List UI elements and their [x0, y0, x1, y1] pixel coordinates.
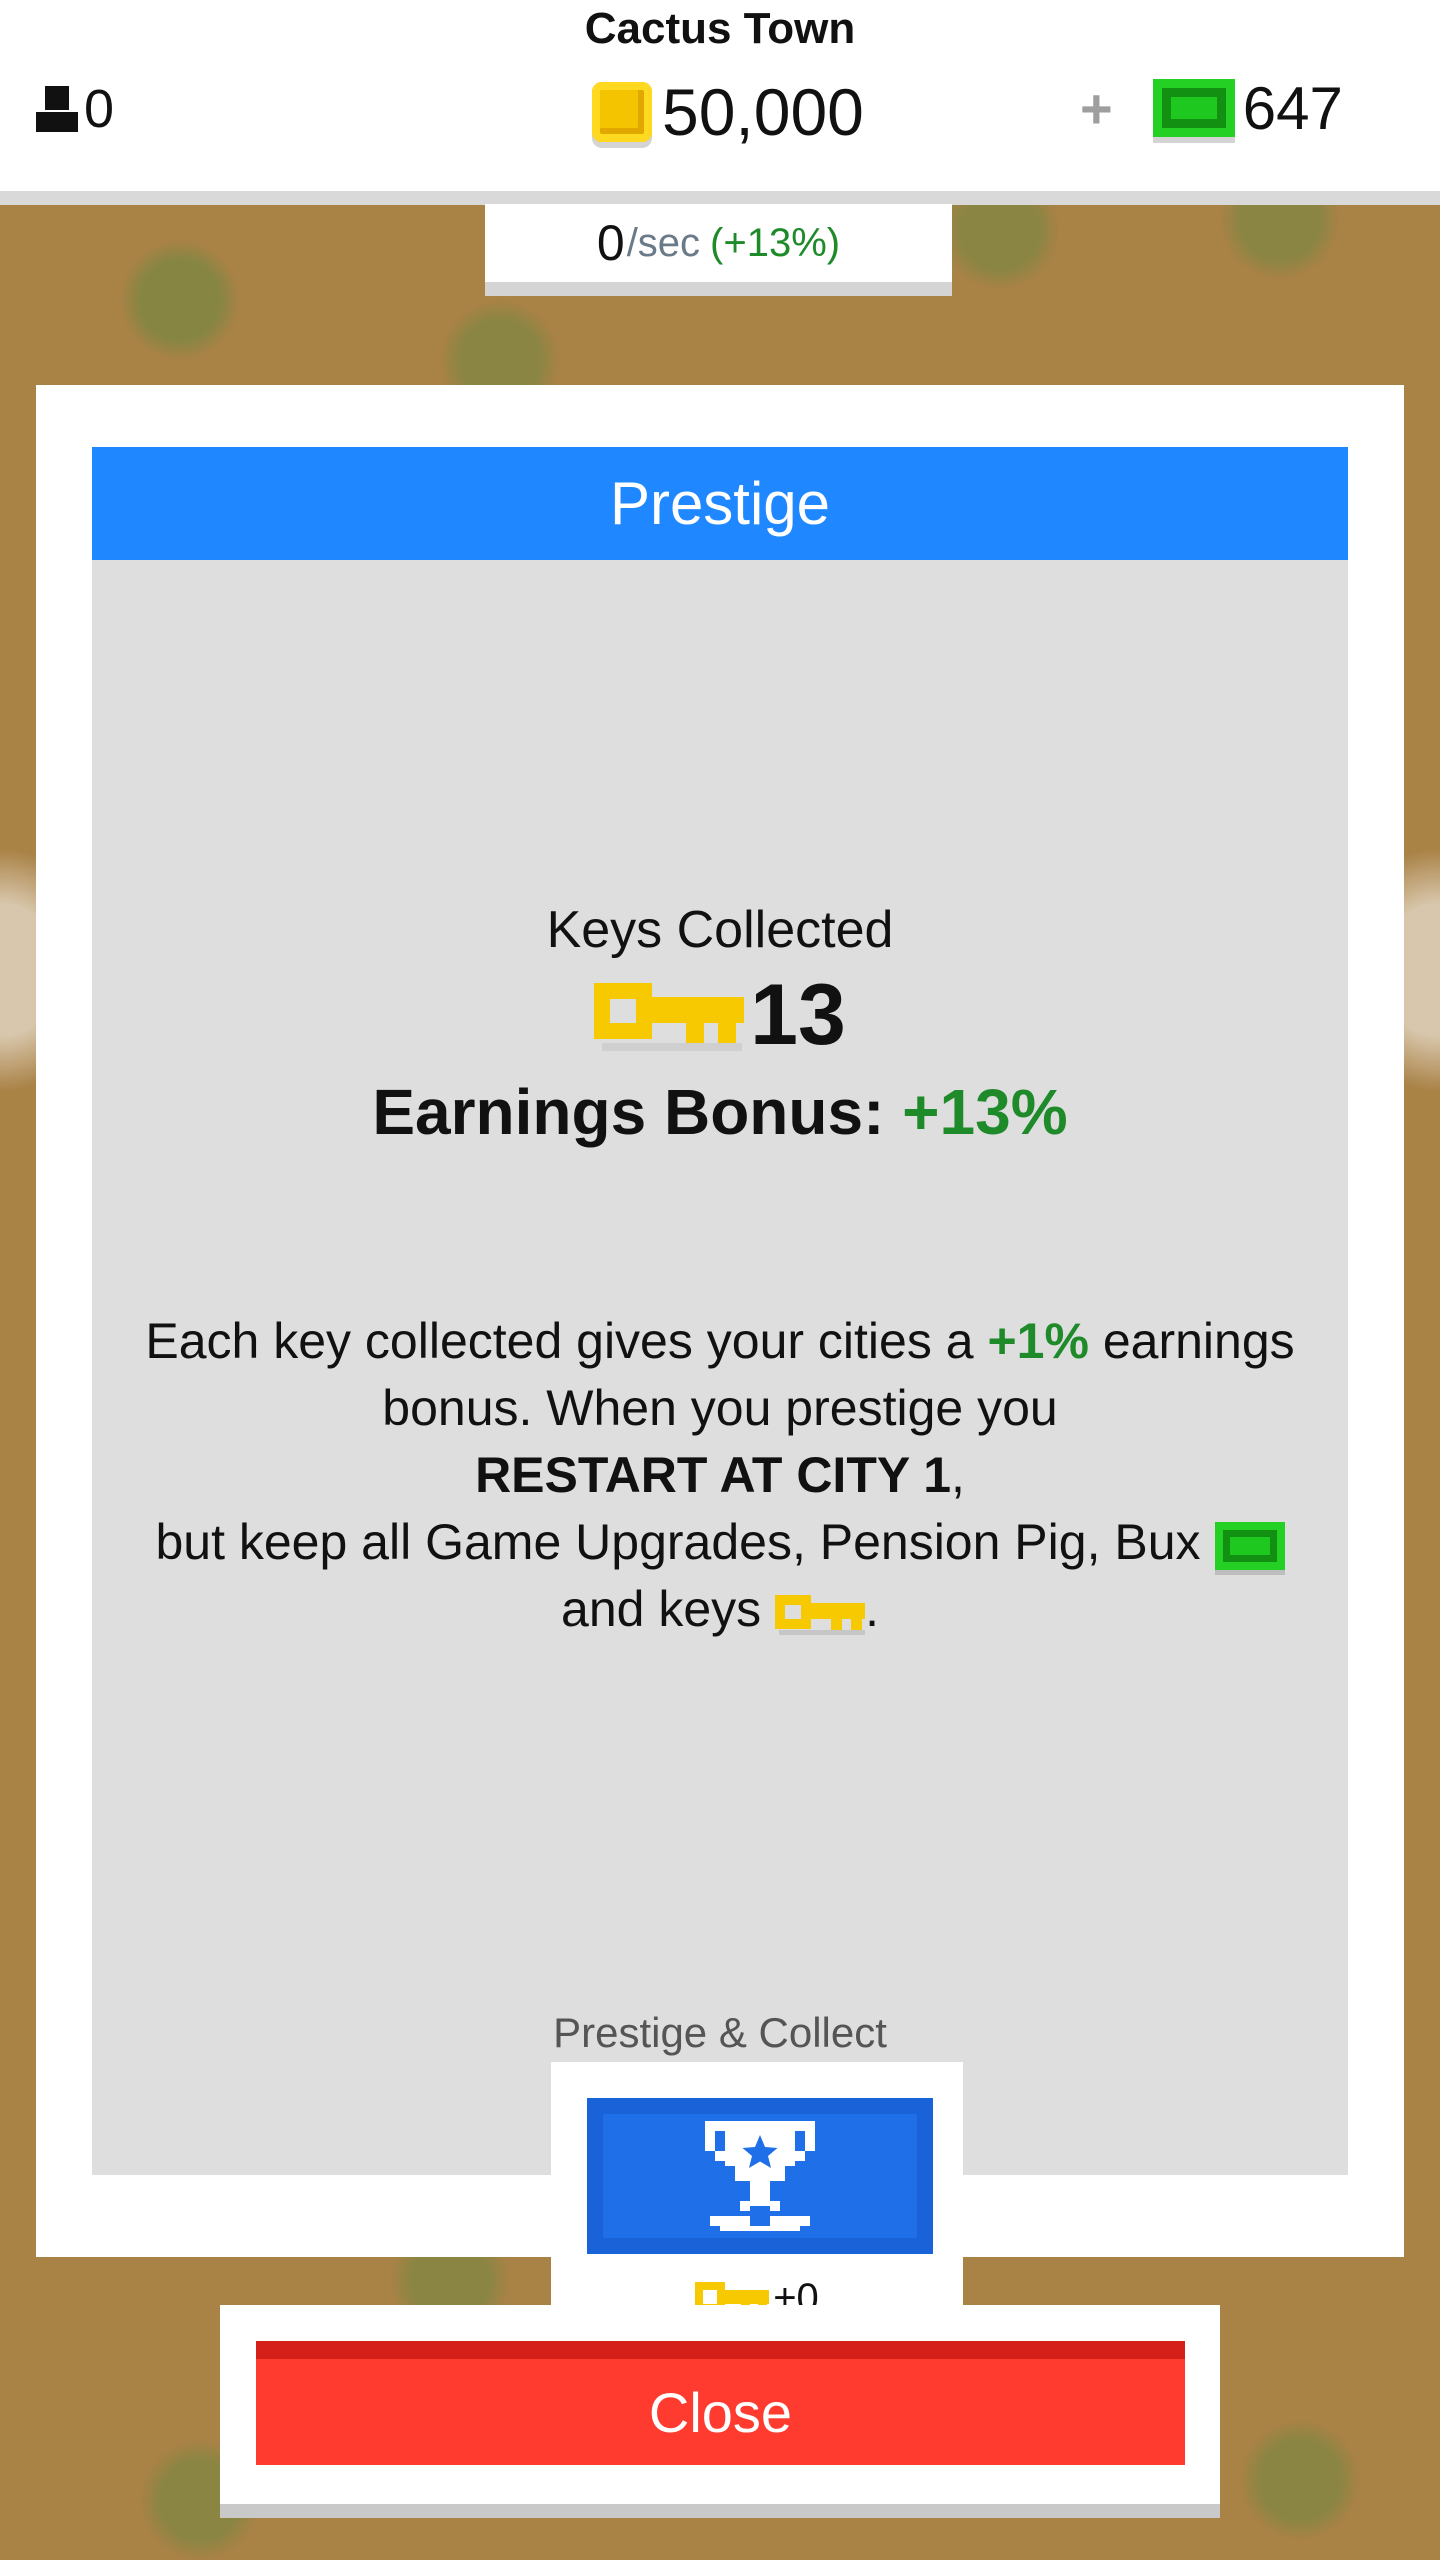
close-button[interactable]: Close [256, 2341, 1185, 2465]
modal-body: Keys Collected 13 Earnings Bonus: +13% E… [92, 560, 1348, 2352]
earnings-bonus: Earnings Bonus: +13% [92, 1075, 1348, 1149]
city-name: Cactus Town [584, 4, 856, 53]
person-icon [36, 86, 78, 132]
desc-part1: Each key collected gives your cities a [145, 1313, 974, 1369]
key-icon [594, 975, 745, 1055]
earnings-bonus-value: +13% [902, 1076, 1068, 1148]
prestige-description: Each key collected gives your cities a +… [132, 1308, 1308, 1643]
top-bar: Cactus Town 0 50,000 + 647 [0, 0, 1440, 205]
income-rate-tab: 0 /sec (+13%) [485, 204, 952, 296]
desc-period: . [865, 1581, 879, 1637]
earnings-bonus-label: Earnings Bonus: [372, 1076, 885, 1148]
desc-comma: , [951, 1447, 965, 1503]
desc-restart: RESTART AT CITY 1 [475, 1447, 952, 1503]
trophy-icon [705, 2121, 815, 2231]
population-value: 0 [84, 79, 115, 139]
population-counter: 0 [36, 78, 114, 140]
desc-bonus: +1% [987, 1313, 1089, 1369]
buy-bux-button[interactable]: + [1080, 76, 1113, 141]
prestige-modal: Prestige Keys Collected 13 Earnings Bonu… [36, 385, 1404, 2352]
desc-part3: but keep all Game Upgrades, Pension Pig,… [155, 1514, 1201, 1570]
bux-icon [1214, 1521, 1285, 1570]
modal-title: Prestige [92, 447, 1348, 560]
income-rate-bonus: (+13%) [710, 220, 841, 265]
coin-counter: 50,000 [592, 75, 864, 149]
desc-part4: and keys [561, 1581, 762, 1637]
income-rate-unit: /sec [626, 220, 701, 265]
close-button-frame: Close [220, 2305, 1220, 2518]
key-icon [775, 1589, 866, 1637]
prestige-collect-button[interactable] [587, 2098, 933, 2254]
income-rate-value: 0 [596, 215, 625, 271]
bux-value: 647 [1242, 74, 1343, 142]
keys-collected-row: 13 [92, 967, 1348, 1063]
prestige-collect-label: Prestige & Collect [553, 2009, 887, 2056]
coin-icon [592, 82, 652, 142]
keys-count: 13 [750, 966, 846, 1063]
bux-icon [1152, 79, 1235, 137]
coin-value: 50,000 [662, 75, 864, 149]
bux-counter: + 647 [1080, 72, 1343, 144]
keys-collected-label: Keys Collected [546, 901, 894, 959]
